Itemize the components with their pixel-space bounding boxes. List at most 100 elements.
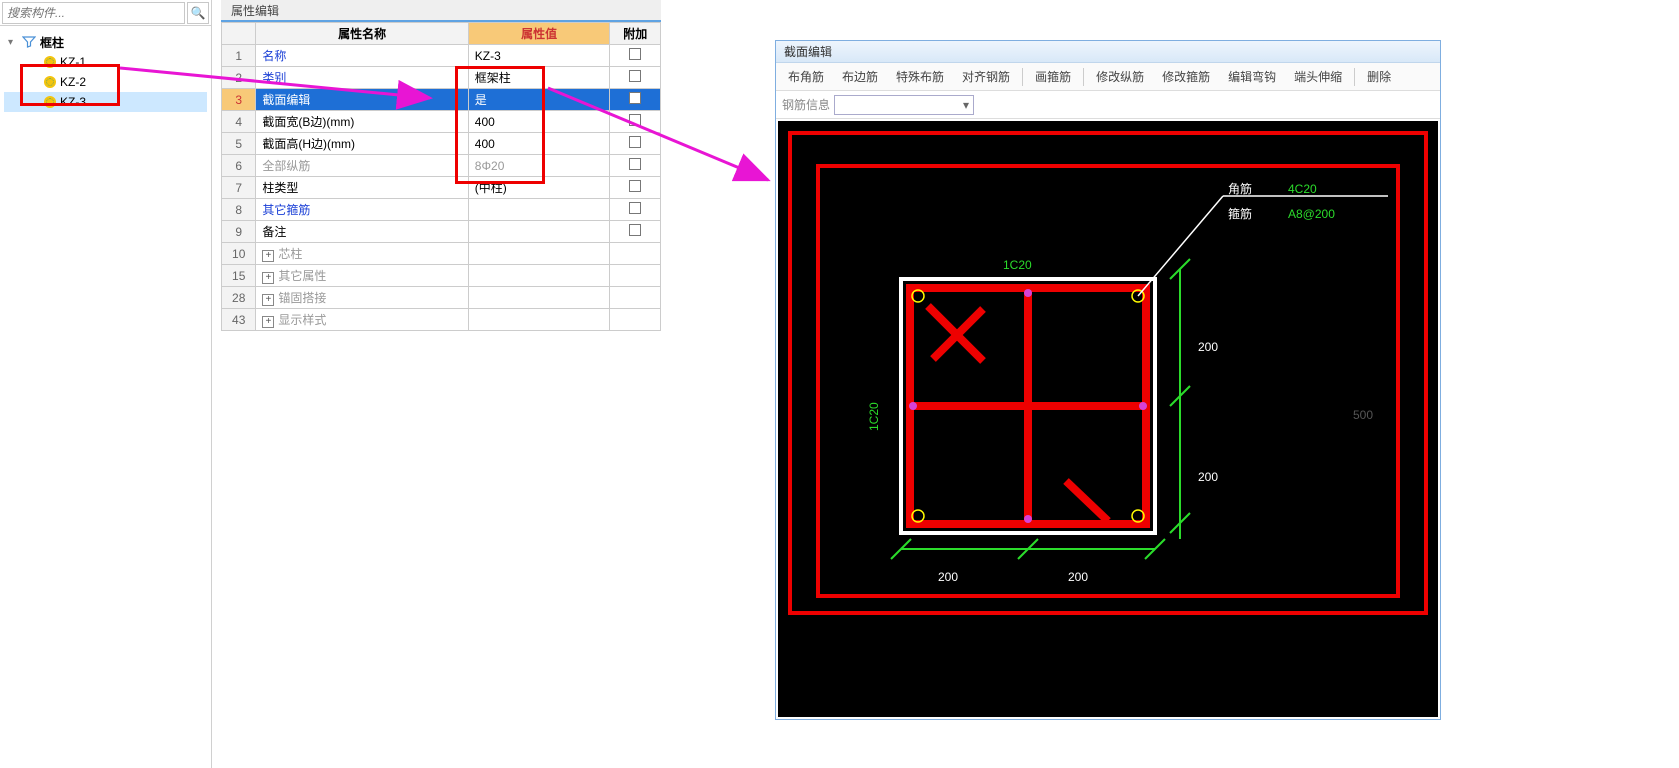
separator bbox=[1354, 68, 1355, 86]
checkbox-icon[interactable] bbox=[629, 180, 641, 192]
property-value[interactable] bbox=[468, 309, 610, 331]
checkbox-icon[interactable] bbox=[629, 158, 641, 170]
property-value[interactable]: 400 bbox=[468, 133, 610, 155]
property-value[interactable] bbox=[468, 287, 610, 309]
property-extra[interactable] bbox=[610, 155, 661, 177]
tree-root[interactable]: ▾ 框柱 bbox=[4, 32, 207, 52]
property-row[interactable]: 43+显示样式 bbox=[222, 309, 661, 331]
section-toolbar: 布角筋布边筋特殊布筋对齐钢筋画箍筋修改纵筋修改箍筋编辑弯钩端头伸缩删除 bbox=[776, 63, 1440, 91]
property-extra[interactable] bbox=[610, 177, 661, 199]
property-value[interactable] bbox=[468, 265, 610, 287]
chevron-down-icon: ▾ bbox=[8, 37, 18, 48]
tool-0[interactable]: 布角筋 bbox=[782, 66, 830, 87]
property-row[interactable]: 2类别框架柱 bbox=[222, 67, 661, 89]
tree-item-kz3[interactable]: KZ-3 bbox=[4, 92, 207, 112]
dim-bottom-1: 200 bbox=[938, 570, 958, 584]
property-extra[interactable] bbox=[610, 67, 661, 89]
separator bbox=[1083, 68, 1084, 86]
tool-9[interactable]: 删除 bbox=[1361, 66, 1397, 87]
property-row[interactable]: 7柱类型(中柱) bbox=[222, 177, 661, 199]
property-extra[interactable] bbox=[610, 221, 661, 243]
property-extra[interactable] bbox=[610, 133, 661, 155]
tree-item-kz2[interactable]: KZ-2 bbox=[4, 72, 207, 92]
property-row[interactable]: 3截面编辑是 bbox=[222, 89, 661, 111]
stirrup-value: A8@200 bbox=[1288, 207, 1335, 221]
cad-drawing: 角筋 4C20 箍筋 A8@200 1C20 1C20 200 200 200 … bbox=[778, 121, 1438, 717]
property-extra[interactable] bbox=[610, 45, 661, 67]
property-value[interactable]: 是 bbox=[468, 89, 610, 111]
property-value[interactable]: 400 bbox=[468, 111, 610, 133]
property-name: 截面高(H边)(mm) bbox=[256, 133, 468, 155]
search-button[interactable]: 🔍 bbox=[187, 2, 209, 24]
corner-rebar-label: 角筋 bbox=[1228, 181, 1252, 196]
expand-icon[interactable]: + bbox=[262, 272, 274, 284]
property-extra[interactable] bbox=[610, 89, 661, 111]
property-row[interactable]: 5截面高(H边)(mm)400 bbox=[222, 133, 661, 155]
checkbox-icon[interactable] bbox=[629, 114, 641, 126]
property-row[interactable]: 15+其它属性 bbox=[222, 265, 661, 287]
section-canvas[interactable]: 角筋 4C20 箍筋 A8@200 1C20 1C20 200 200 200 … bbox=[778, 121, 1438, 717]
row-number: 2 bbox=[222, 67, 256, 89]
checkbox-icon[interactable] bbox=[629, 202, 641, 214]
property-row[interactable]: 8其它箍筋 bbox=[222, 199, 661, 221]
tool-8[interactable]: 端头伸缩 bbox=[1288, 66, 1348, 87]
row-number: 8 bbox=[222, 199, 256, 221]
tree-item-label: KZ-3 bbox=[60, 95, 86, 109]
expand-icon[interactable]: + bbox=[262, 294, 274, 306]
property-extra[interactable] bbox=[610, 199, 661, 221]
tool-4[interactable]: 画箍筋 bbox=[1029, 66, 1077, 87]
tree-item-label: KZ-1 bbox=[60, 55, 86, 69]
property-name: +显示样式 bbox=[256, 309, 468, 331]
property-row[interactable]: 1名称KZ-3 bbox=[222, 45, 661, 67]
property-row[interactable]: 10+芯柱 bbox=[222, 243, 661, 265]
tool-5[interactable]: 修改纵筋 bbox=[1090, 66, 1150, 87]
separator bbox=[1022, 68, 1023, 86]
property-row[interactable]: 4截面宽(B边)(mm)400 bbox=[222, 111, 661, 133]
rebar-info-combo[interactable] bbox=[834, 95, 974, 115]
section-title: 截面编辑 bbox=[776, 41, 1440, 63]
property-value[interactable] bbox=[468, 243, 610, 265]
property-value[interactable] bbox=[468, 221, 610, 243]
search-input[interactable] bbox=[2, 2, 185, 24]
search-icon: 🔍 bbox=[191, 6, 206, 20]
row-number: 4 bbox=[222, 111, 256, 133]
checkbox-icon[interactable] bbox=[629, 224, 641, 236]
top-edge-rebar: 1C20 bbox=[1003, 258, 1032, 272]
gear-icon bbox=[44, 76, 56, 88]
checkbox-icon[interactable] bbox=[629, 92, 641, 104]
property-extra[interactable] bbox=[610, 265, 661, 287]
component-tree: ▾ 框柱 KZ-1 KZ-2 KZ-3 bbox=[0, 26, 211, 118]
property-extra[interactable] bbox=[610, 111, 661, 133]
header-blank bbox=[222, 23, 256, 45]
property-extra[interactable] bbox=[610, 243, 661, 265]
dim-right-2: 200 bbox=[1198, 470, 1218, 484]
tree-item-kz1[interactable]: KZ-1 bbox=[4, 52, 207, 72]
property-title: 属性编辑 bbox=[221, 0, 661, 22]
property-value[interactable]: 框架柱 bbox=[468, 67, 610, 89]
property-value[interactable]: KZ-3 bbox=[468, 45, 610, 67]
tool-6[interactable]: 修改箍筋 bbox=[1156, 66, 1216, 87]
tool-2[interactable]: 特殊布筋 bbox=[890, 66, 950, 87]
property-value[interactable]: 8Φ20 bbox=[468, 155, 610, 177]
checkbox-icon[interactable] bbox=[629, 48, 641, 60]
checkbox-icon[interactable] bbox=[629, 136, 641, 148]
search-row: 🔍 bbox=[0, 0, 211, 26]
property-table: 属性名称 属性值 附加 1名称KZ-32类别框架柱3截面编辑是4截面宽(B边)(… bbox=[221, 22, 661, 331]
property-extra[interactable] bbox=[610, 309, 661, 331]
tool-7[interactable]: 编辑弯钩 bbox=[1222, 66, 1282, 87]
property-row[interactable]: 28+锚固搭接 bbox=[222, 287, 661, 309]
property-extra[interactable] bbox=[610, 287, 661, 309]
tool-3[interactable]: 对齐钢筋 bbox=[956, 66, 1016, 87]
row-number: 15 bbox=[222, 265, 256, 287]
property-row[interactable]: 6全部纵筋8Φ20 bbox=[222, 155, 661, 177]
expand-icon[interactable]: + bbox=[262, 316, 274, 328]
property-value[interactable] bbox=[468, 199, 610, 221]
property-row[interactable]: 9备注 bbox=[222, 221, 661, 243]
checkbox-icon[interactable] bbox=[629, 70, 641, 82]
tool-1[interactable]: 布边筋 bbox=[836, 66, 884, 87]
expand-icon[interactable]: + bbox=[262, 250, 274, 262]
property-name: +其它属性 bbox=[256, 265, 468, 287]
property-name: 名称 bbox=[256, 45, 468, 67]
gear-icon bbox=[44, 96, 56, 108]
property-value[interactable]: (中柱) bbox=[468, 177, 610, 199]
